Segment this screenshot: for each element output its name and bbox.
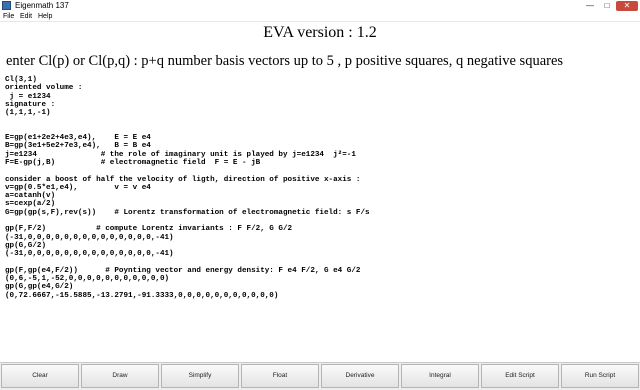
script-line: (1,1,1,-1)	[5, 109, 51, 118]
script-line	[5, 259, 635, 267]
close-icon[interactable]: ✕	[616, 1, 638, 11]
script-line: a=catanh(v)	[5, 192, 56, 201]
script-line: j = e1234	[5, 92, 51, 101]
script-line: (-31,0,0,0,0,0,0,0,0,0,0,0,0,0,0,-41)	[5, 250, 174, 259]
float-button[interactable]: Float	[241, 364, 319, 388]
script-line: gp(G,gp(e4,G/2)	[5, 283, 74, 292]
script-line: gp(F,gp(e4,F/2)) # Poynting vector and e…	[5, 266, 361, 275]
app-icon	[2, 1, 11, 10]
instruction-text: enter Cl(p) or Cl(p,q) : p+q number basi…	[6, 53, 564, 69]
menu-help[interactable]: Help	[38, 12, 52, 21]
script-output: Cl(3,1) oriented volume : j = e1234 signat…	[5, 76, 635, 300]
script-line	[5, 217, 635, 225]
script-line: Cl(3,1)	[5, 76, 37, 84]
derivative-button[interactable]: Derivative	[321, 364, 399, 388]
simplify-button[interactable]: Simplify	[161, 364, 239, 388]
menu-file[interactable]: File	[3, 12, 14, 21]
script-line: gp(F,F/2) # compute Lorentz invariants :…	[5, 225, 293, 234]
window-title: Eigenmath 137	[15, 1, 69, 10]
run-script-button[interactable]: Run Script	[561, 364, 639, 388]
clear-button[interactable]: Clear	[1, 364, 79, 388]
script-line: F=E-gp(j,B) # electromagnetic field F = …	[5, 158, 261, 167]
integral-button[interactable]: Integral	[401, 364, 479, 388]
script-line: oriented volume :	[5, 84, 83, 93]
script-line: B=gp(3e1+5e2+7e3,e4), B = B e4	[5, 142, 151, 151]
script-line	[5, 126, 635, 134]
version-heading: EVA version : 1.2	[263, 24, 377, 41]
script-line: (0,72.6667,-15.5885,-13.2791,-91.3333,0,…	[5, 291, 279, 300]
script-line	[5, 167, 635, 175]
script-line: G=gp(gp(s,F),rev(s)) # Lorentz transform…	[5, 208, 370, 217]
maximize-icon[interactable]: □	[599, 1, 615, 11]
script-line: E=gp(e1+2e2+4e3,e4), E = E e4	[5, 134, 151, 143]
script-line: (0,6,-5,1,-52,0,0,0,0,0,0,0,0,0,0,0)	[5, 275, 170, 284]
draw-button[interactable]: Draw	[81, 364, 159, 388]
minimize-icon[interactable]: —	[582, 1, 598, 11]
script-line: j=e1234 # the role of imaginary unit is …	[5, 150, 356, 159]
edit-script-button[interactable]: Edit Script	[481, 364, 559, 388]
script-line: consider a boost of half the velocity of…	[5, 175, 361, 184]
script-line: s=cexp(a/2)	[5, 200, 56, 209]
script-line: signature :	[5, 100, 56, 109]
script-line: v=gp(0.5*e1,e4), v = v e4	[5, 183, 151, 192]
menu-bar: File Edit Help	[0, 12, 640, 21]
menu-edit[interactable]: Edit	[20, 12, 32, 21]
script-line	[5, 117, 635, 125]
script-line: gp(G,G/2)	[5, 241, 47, 250]
button-bar: Clear Draw Simplify Float Derivative Int…	[0, 362, 640, 390]
script-line: (-31,0,0,0,0,0,0,0,0,0,0,0,0,0,0,-41)	[5, 233, 174, 242]
